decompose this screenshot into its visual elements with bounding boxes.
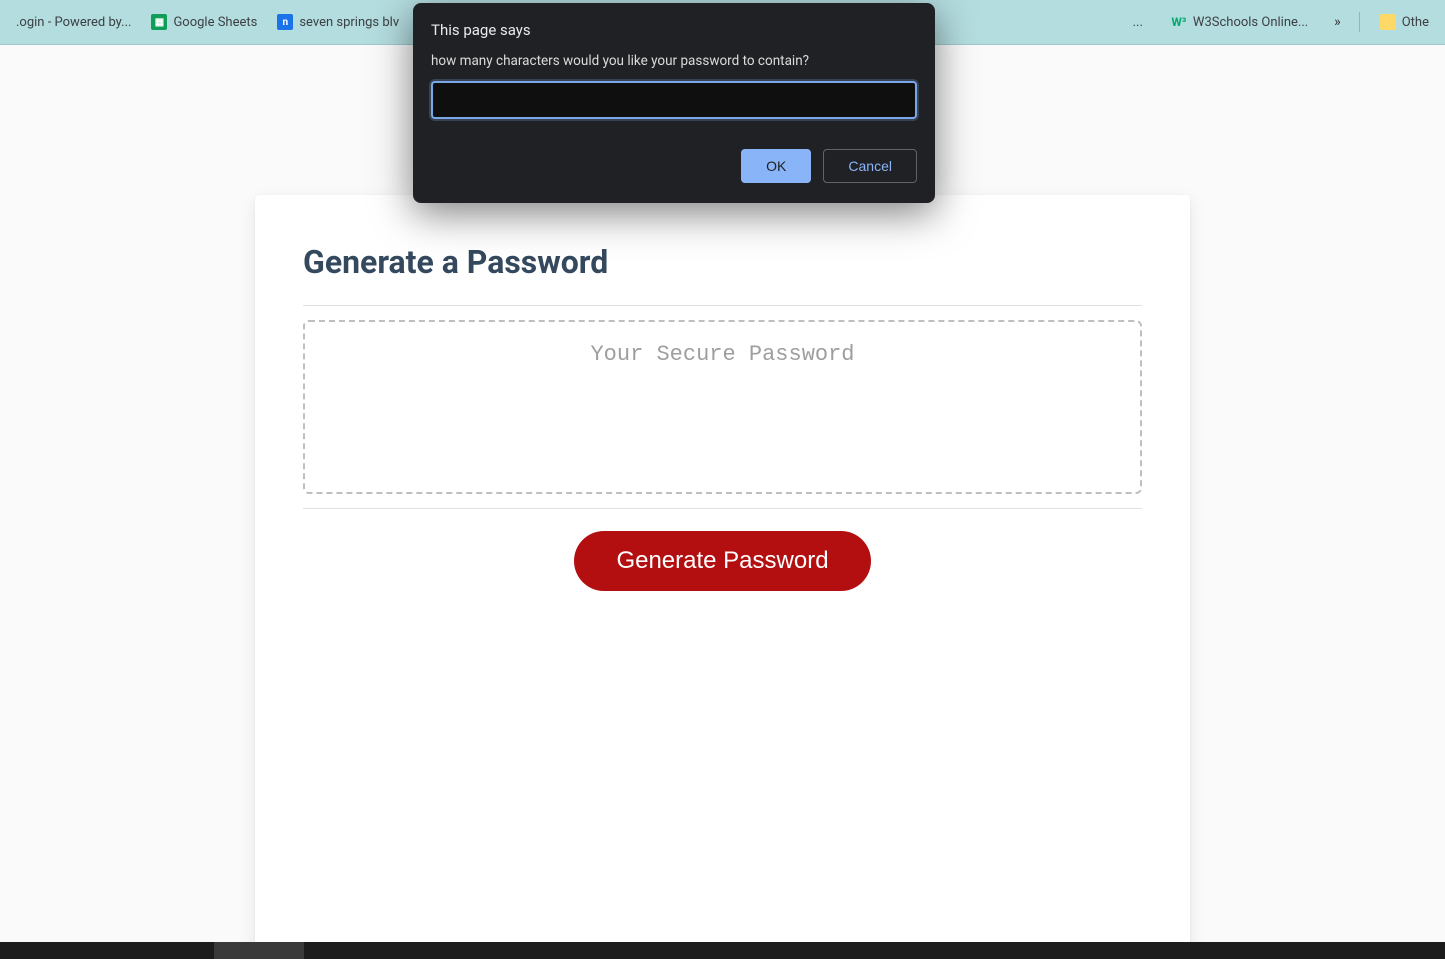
divider	[303, 508, 1142, 509]
folder-icon	[1380, 14, 1396, 30]
card-title: Generate a Password	[303, 243, 1142, 281]
overflow-chevron-icon[interactable]: »	[1328, 10, 1347, 34]
bookmark-label: W3Schools Online...	[1193, 15, 1308, 30]
other-bookmarks-label: Othe	[1402, 15, 1429, 30]
bookmark-label: .ogin - Powered by...	[16, 15, 131, 30]
bookmark-google-sheets[interactable]: ▦ Google Sheets	[143, 8, 265, 36]
divider	[303, 305, 1142, 306]
prompt-dialog: This page says how many characters would…	[413, 3, 935, 203]
dialog-input[interactable]	[431, 81, 917, 119]
bookmark-login[interactable]: .ogin - Powered by...	[8, 9, 139, 36]
ok-button[interactable]: OK	[741, 149, 811, 183]
dialog-message: how many characters would you like your …	[431, 53, 917, 69]
taskbar-segment	[214, 942, 304, 959]
sheets-icon: ▦	[151, 14, 167, 30]
dialog-actions: OK Cancel	[431, 149, 917, 183]
nest-icon: n	[277, 14, 293, 30]
dialog-title: This page says	[431, 21, 917, 39]
bookmark-w3schools[interactable]: W³ W3Schools Online...	[1163, 8, 1316, 36]
bookmark-label: seven springs blv	[299, 15, 399, 30]
cancel-button[interactable]: Cancel	[823, 149, 917, 183]
bookmarks-left: .ogin - Powered by... ▦ Google Sheets n …	[8, 8, 407, 36]
bookmark-label: ...	[1133, 15, 1143, 30]
bookmarks-right: ... W³ W3Schools Online... » Othe	[1125, 8, 1437, 36]
bookmark-seven-springs[interactable]: n seven springs blv	[269, 8, 407, 36]
bookmark-label: Google Sheets	[173, 15, 257, 30]
password-card: Generate a Password Your Secure Password…	[255, 195, 1190, 959]
generate-password-button[interactable]: Generate Password	[574, 531, 870, 591]
divider	[1359, 12, 1360, 32]
password-output: Your Secure Password	[303, 320, 1142, 494]
other-bookmarks[interactable]: Othe	[1372, 8, 1437, 36]
taskbar	[0, 942, 1445, 959]
bookmark-truncated[interactable]: ...	[1125, 9, 1151, 36]
w3-icon: W³	[1171, 14, 1187, 30]
